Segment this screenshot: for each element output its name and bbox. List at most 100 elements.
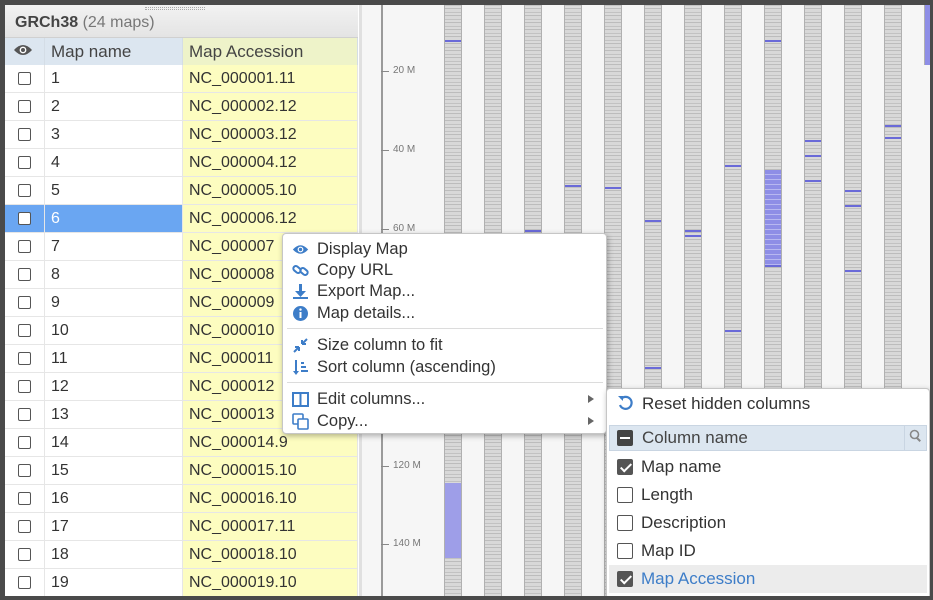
visibility-checkbox[interactable] xyxy=(18,548,31,561)
map-name-cell: 12 xyxy=(45,373,183,400)
visibility-checkbox[interactable] xyxy=(18,100,31,113)
column-name-header[interactable]: Column name xyxy=(609,425,927,451)
visibility-cell[interactable] xyxy=(5,93,45,120)
table-row[interactable]: 18 NC_000018.10 xyxy=(5,541,358,569)
visibility-checkbox[interactable] xyxy=(18,72,31,85)
highlighted-region xyxy=(445,483,461,558)
visibility-cell[interactable] xyxy=(5,233,45,260)
visibility-cell[interactable] xyxy=(5,317,45,344)
table-row[interactable]: 3 NC_000003.12 xyxy=(5,121,358,149)
ruler-tick xyxy=(381,150,389,151)
table-row[interactable]: 6 NC_000006.12 xyxy=(5,205,358,233)
visibility-checkbox[interactable] xyxy=(18,240,31,253)
visibility-cell[interactable] xyxy=(5,177,45,204)
ruler-label-40m: 40 M xyxy=(393,144,416,155)
visibility-cell[interactable] xyxy=(5,289,45,316)
map-name-cell: 15 xyxy=(45,457,183,484)
column-option-label: Map ID xyxy=(641,541,696,560)
visibility-checkbox[interactable] xyxy=(18,436,31,449)
map-accession-cell: NC_000019.10 xyxy=(183,569,358,596)
column-option[interactable]: Description xyxy=(609,509,927,537)
context-menu: Display Map Copy URL Export Map... Map d… xyxy=(282,233,607,434)
deselect-all-icon[interactable] xyxy=(617,430,633,446)
visibility-checkbox[interactable] xyxy=(18,576,31,589)
visibility-cell[interactable] xyxy=(5,345,45,372)
map-name-cell: 6 xyxy=(45,205,183,232)
resize-grip[interactable] xyxy=(145,7,205,10)
visibility-checkbox[interactable] xyxy=(18,352,31,365)
visibility-cell[interactable] xyxy=(5,121,45,148)
map-name-cell: 11 xyxy=(45,345,183,372)
visibility-cell[interactable] xyxy=(5,373,45,400)
visibility-checkbox[interactable] xyxy=(18,268,31,281)
visibility-cell[interactable] xyxy=(5,429,45,456)
visibility-checkbox[interactable] xyxy=(18,296,31,309)
menu-item-map-details[interactable]: Map details... xyxy=(283,302,606,324)
table-row[interactable]: 15 NC_000015.10 xyxy=(5,457,358,485)
visibility-checkbox[interactable] xyxy=(18,128,31,141)
column-option[interactable]: Map ID xyxy=(609,537,927,565)
table-row[interactable]: 16 NC_000016.10 xyxy=(5,485,358,513)
map-accession-cell: NC_000004.12 xyxy=(183,149,358,176)
visibility-checkbox[interactable] xyxy=(18,324,31,337)
visibility-checkbox[interactable] xyxy=(18,520,31,533)
visibility-cell[interactable] xyxy=(5,541,45,568)
visibility-checkbox[interactable] xyxy=(18,156,31,169)
map-name-cell: 19 xyxy=(45,569,183,596)
visibility-checkbox[interactable] xyxy=(18,492,31,505)
visibility-cell[interactable] xyxy=(5,261,45,288)
submenu-arrow-icon xyxy=(588,395,594,403)
column-option[interactable]: Map name xyxy=(609,453,927,481)
visibility-cell[interactable] xyxy=(5,569,45,596)
feature-band xyxy=(885,137,901,139)
map-accession-cell: NC_000015.10 xyxy=(183,457,358,484)
menu-item-size-column-to-fit[interactable]: Size column to fit xyxy=(283,334,606,356)
map-accession-cell: NC_000017.11 xyxy=(183,513,358,540)
menu-item-label: Display Map xyxy=(317,240,408,258)
table-row[interactable]: 19 NC_000019.10 xyxy=(5,569,358,596)
visibility-checkbox[interactable] xyxy=(18,464,31,477)
table-row[interactable]: 1 NC_000001.11 xyxy=(5,65,358,93)
feature-band xyxy=(845,270,861,272)
column-option[interactable]: Map Accession xyxy=(609,565,927,593)
map-name-cell: 4 xyxy=(45,149,183,176)
visibility-checkbox[interactable] xyxy=(18,380,31,393)
column-checkbox[interactable] xyxy=(617,459,633,475)
map-accession-cell: NC_000001.11 xyxy=(183,65,358,92)
visibility-column-header[interactable] xyxy=(5,38,45,65)
menu-item-display-map[interactable]: Display Map xyxy=(283,238,606,260)
column-checkbox[interactable] xyxy=(617,543,633,559)
table-row[interactable]: 4 NC_000004.12 xyxy=(5,149,358,177)
visibility-checkbox[interactable] xyxy=(18,184,31,197)
visibility-cell[interactable] xyxy=(5,65,45,92)
column-checkbox[interactable] xyxy=(617,571,633,587)
visibility-cell[interactable] xyxy=(5,457,45,484)
menu-item-sort-ascending[interactable]: Sort column (ascending) xyxy=(283,356,606,378)
menu-item-copy[interactable]: Copy... xyxy=(283,410,606,432)
menu-item-edit-columns[interactable]: Edit columns... xyxy=(283,388,606,410)
column-checkbox[interactable] xyxy=(617,487,633,503)
visibility-cell[interactable] xyxy=(5,513,45,540)
column-checkbox[interactable] xyxy=(617,515,633,531)
menu-item-export-map[interactable]: Export Map... xyxy=(283,280,606,302)
search-icon[interactable] xyxy=(904,426,926,450)
visibility-checkbox[interactable] xyxy=(18,212,31,225)
visibility-cell[interactable] xyxy=(5,149,45,176)
feature-band xyxy=(525,230,541,232)
column-option[interactable]: Length xyxy=(609,481,927,509)
map-name-cell: 8 xyxy=(45,261,183,288)
table-row[interactable]: 5 NC_000005.10 xyxy=(5,177,358,205)
feature-band xyxy=(565,185,581,187)
map-name-column-header[interactable]: Map name xyxy=(45,38,183,65)
map-accession-column-header[interactable]: Map Accession xyxy=(183,38,358,65)
chromosome-track[interactable] xyxy=(924,5,930,65)
menu-item-copy-url[interactable]: Copy URL xyxy=(283,259,606,281)
visibility-cell[interactable] xyxy=(5,205,45,232)
reset-hidden-columns-item[interactable]: Reset hidden columns xyxy=(607,392,929,416)
visibility-checkbox[interactable] xyxy=(18,408,31,421)
table-row[interactable]: 2 NC_000002.12 xyxy=(5,93,358,121)
sort-ascending-icon xyxy=(292,359,309,376)
table-row[interactable]: 17 NC_000017.11 xyxy=(5,513,358,541)
visibility-cell[interactable] xyxy=(5,401,45,428)
visibility-cell[interactable] xyxy=(5,485,45,512)
